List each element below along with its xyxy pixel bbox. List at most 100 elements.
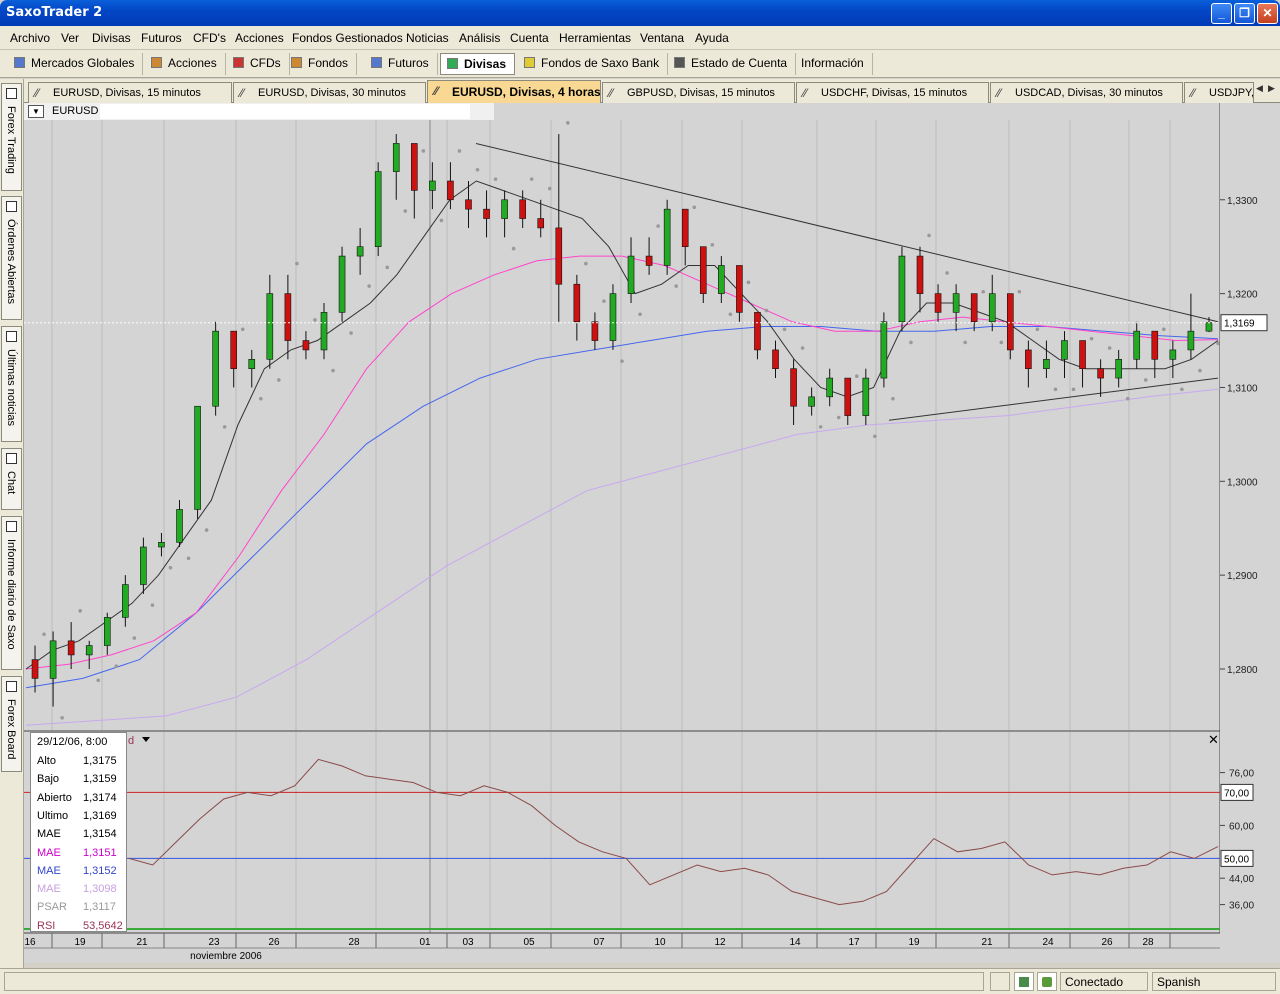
side-tab-0[interactable]: Forex Trading bbox=[1, 83, 22, 191]
candle-body bbox=[338, 255, 346, 313]
chart-tab-label: USDCAD, Divisas, 30 minutos bbox=[1015, 87, 1163, 99]
candle-body bbox=[392, 143, 400, 172]
toolbar-button-2[interactable]: CFDs bbox=[227, 53, 290, 75]
price-chart: 1,3300 1,3200 1,3100 1,3000 1,2900 1,2800 1,31… bbox=[24, 103, 1280, 963]
main-toolbar: Mercados Globales Acciones CFDs Fondos Futur… bbox=[0, 50, 1280, 78]
candle-body bbox=[573, 283, 581, 323]
side-tab-2[interactable]: Últimas noticias bbox=[1, 326, 22, 442]
menu-item-6[interactable]: Fondos Gestionados bbox=[292, 31, 403, 45]
menu-item-12[interactable]: Ayuda bbox=[695, 31, 729, 45]
candle-body bbox=[194, 405, 201, 510]
chart-tab-1[interactable]: ⁄⁄ EURUSD, Divisas, 30 minutos bbox=[233, 82, 426, 103]
info-key: PSAR bbox=[37, 901, 67, 914]
candle-body bbox=[122, 584, 129, 618]
psar-dot bbox=[349, 331, 353, 335]
tab-scroll-right-icon[interactable]: ▶ bbox=[1268, 83, 1280, 99]
lock-icon[interactable] bbox=[1037, 972, 1057, 991]
psar-dot bbox=[186, 556, 191, 561]
psar-dot bbox=[403, 209, 408, 213]
menu-item-7[interactable]: Noticias bbox=[406, 31, 449, 45]
data-window: 29/12/06, 8:00 Alto 1,3175 Bajo 1,3159 Abiert… bbox=[30, 732, 127, 932]
chart-tab-3[interactable]: ⁄⁄ GBPUSD, Divisas, 15 minutos bbox=[602, 82, 795, 103]
globe-icon bbox=[14, 57, 25, 68]
psar-dot bbox=[1125, 396, 1130, 401]
psar-dot bbox=[620, 359, 624, 363]
candle-body bbox=[1169, 349, 1177, 360]
date-tick-label: 24 bbox=[1042, 937, 1054, 948]
toolbar-button-5[interactable]: Divisas bbox=[440, 53, 516, 75]
chart-tab-strip: ◀ ▶ ⁄⁄ EURUSD, Divisas, 15 minutos ⁄⁄ EURUS… bbox=[24, 79, 1280, 103]
info-row: Abierto 1,3174 bbox=[35, 792, 125, 810]
toolbar-button-4[interactable]: Futuros bbox=[365, 53, 438, 75]
toolbar-button-0[interactable]: Mercados Globales bbox=[8, 53, 144, 75]
maximize-button[interactable]: ❐ bbox=[1234, 3, 1255, 24]
tab-scroll-left-icon[interactable]: ◀ bbox=[1256, 83, 1268, 99]
rsi-close-icon[interactable]: ✕ bbox=[1208, 733, 1219, 748]
psar-dot bbox=[1162, 327, 1166, 332]
chart-tab-4[interactable]: ⁄⁄ USDCHF, Divisas, 15 minutos bbox=[796, 82, 989, 103]
toolbar-label: Divisas bbox=[464, 57, 507, 71]
side-tab-label: Forex Board bbox=[5, 699, 17, 760]
psar-dot bbox=[60, 716, 64, 720]
side-tab-5[interactable]: Forex Board bbox=[1, 676, 22, 772]
chart-tab-0[interactable]: ⁄⁄ EURUSD, Divisas, 15 minutos bbox=[28, 82, 232, 103]
side-tab-icon bbox=[6, 201, 17, 212]
candle-body bbox=[916, 255, 924, 294]
side-tab-3[interactable]: Chat bbox=[1, 448, 22, 510]
menu-item-11[interactable]: Ventana bbox=[640, 31, 684, 45]
menu-item-0[interactable]: Archivo bbox=[10, 31, 50, 45]
toolbar-button-1[interactable]: Acciones bbox=[145, 53, 226, 75]
side-tab-icon bbox=[6, 331, 17, 342]
menu-item-9[interactable]: Cuenta bbox=[510, 31, 549, 45]
menu-item-1[interactable]: Ver bbox=[61, 31, 79, 45]
network-icon[interactable] bbox=[1014, 972, 1034, 991]
candle-body bbox=[49, 640, 57, 679]
psar-dot bbox=[42, 632, 46, 637]
info-row: Bajo 1,3159 bbox=[35, 773, 125, 791]
date-tick-label: 26 bbox=[1101, 937, 1113, 948]
status-bar: Conectado Spanish bbox=[0, 968, 1280, 994]
chart-area[interactable]: ▼ EURUSD 1,3300 1,3200 1,3100 1,3000 1,2900 1… bbox=[24, 103, 1280, 963]
psar-dot bbox=[457, 149, 462, 153]
psar-dot bbox=[258, 396, 263, 401]
toolbar-button-6[interactable]: Fondos de Saxo Bank bbox=[518, 53, 669, 75]
menu-item-10[interactable]: Herramientas bbox=[559, 31, 631, 45]
date-tick-label: 05 bbox=[523, 937, 535, 948]
close-button[interactable]: ✕ bbox=[1257, 3, 1278, 24]
candle-body bbox=[844, 377, 852, 416]
psar-dot bbox=[656, 224, 660, 228]
psar-dot bbox=[782, 327, 787, 332]
price-tick-label: 1,2800 bbox=[1227, 665, 1258, 676]
candle-body bbox=[808, 396, 815, 407]
toolbar-label: Información bbox=[801, 56, 864, 70]
minimize-button[interactable]: _ bbox=[1211, 3, 1232, 24]
rsi-plot-bg bbox=[24, 732, 1220, 930]
info-value: 1,3175 bbox=[83, 755, 117, 767]
toolbar-button-7[interactable]: Estado de Cuenta bbox=[668, 53, 797, 75]
info-value: 53,5642 bbox=[83, 919, 123, 932]
psar-dot bbox=[1071, 387, 1076, 392]
connection-status: Conectado bbox=[1060, 972, 1148, 991]
menu-item-2[interactable]: Divisas bbox=[92, 31, 131, 45]
date-tick-label: 10 bbox=[654, 937, 666, 948]
menu-item-3[interactable]: Futuros bbox=[141, 31, 182, 45]
menu-item-4[interactable]: CFD's bbox=[193, 31, 226, 45]
toolbar-button-3[interactable]: Fondos bbox=[285, 53, 358, 75]
chart-tab-label: USDJPY, Divisas, 15 minutos bbox=[1209, 87, 1254, 99]
psar-dot bbox=[584, 261, 588, 266]
chart-tab-2[interactable]: ⁄⁄ EURUSD, Divisas, 4 horas bbox=[427, 80, 601, 103]
toolbar-button-8[interactable]: Información bbox=[795, 53, 873, 75]
info-value: 1,3117 bbox=[83, 901, 116, 914]
candle-body bbox=[591, 321, 599, 341]
side-tab-1[interactable]: Órdenes Abiertas bbox=[1, 196, 22, 320]
side-tab-icon bbox=[6, 88, 17, 99]
side-tab-4[interactable]: Informe diario de Saxo bbox=[1, 516, 22, 670]
candle-body bbox=[681, 208, 689, 247]
chart-tab-6[interactable]: ⁄⁄ USDJPY, Divisas, 15 minutos bbox=[1184, 82, 1254, 103]
menu-item-5[interactable]: Acciones bbox=[235, 31, 284, 45]
menu-item-8[interactable]: Análisis bbox=[459, 31, 500, 45]
chart-tab-5[interactable]: ⁄⁄ USDCAD, Divisas, 30 minutos bbox=[990, 82, 1183, 103]
side-tab-icon bbox=[6, 681, 17, 692]
psar-dot bbox=[277, 378, 281, 382]
candle-body bbox=[266, 293, 274, 360]
